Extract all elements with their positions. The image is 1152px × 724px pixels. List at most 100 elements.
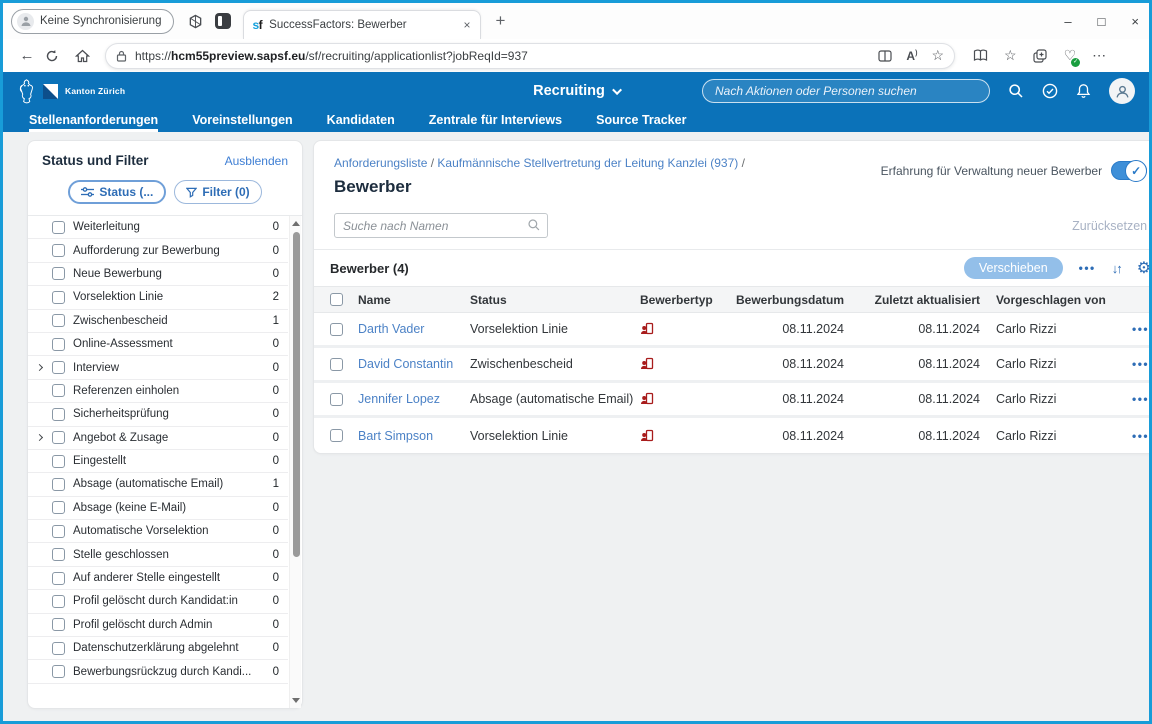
read-aloud-icon[interactable]: A): [906, 49, 917, 63]
status-filter-item[interactable]: Absage (automatische Email)1: [28, 473, 288, 496]
nav-tab-kandidaten[interactable]: Kandidaten: [327, 113, 395, 132]
split-screen-icon[interactable]: [878, 50, 892, 62]
status-filter-item[interactable]: Referenzen einholen0: [28, 380, 288, 403]
name-search-icon[interactable]: [527, 218, 541, 232]
row-overflow-icon[interactable]: •••: [1132, 322, 1149, 336]
breadcrumb-link-requisitions[interactable]: Anforderungsliste: [334, 156, 427, 170]
notifications-bell-icon[interactable]: [1076, 83, 1091, 99]
filter-pill-button[interactable]: Filter (0): [174, 180, 261, 204]
site-lock-icon[interactable]: [116, 50, 127, 62]
favorites-star-icon[interactable]: ☆: [931, 47, 944, 64]
nav-tab-stellenanforderungen[interactable]: Stellenanforderungen: [29, 113, 158, 132]
status-filter-item[interactable]: Zwischenbescheid1: [28, 310, 288, 333]
select-all-checkbox[interactable]: [330, 293, 343, 306]
row-overflow-icon[interactable]: •••: [1132, 392, 1149, 406]
window-maximize-button[interactable]: □: [1098, 14, 1106, 29]
split-window-icon[interactable]: [973, 49, 988, 62]
tab-actions-icon[interactable]: [215, 13, 231, 29]
home-icon[interactable]: [75, 49, 99, 63]
expand-chevron-icon[interactable]: [36, 364, 43, 371]
module-switcher[interactable]: Recruiting: [533, 83, 619, 99]
status-checkbox[interactable]: [52, 572, 65, 585]
back-icon[interactable]: ←: [15, 47, 39, 64]
row-checkbox[interactable]: [330, 358, 343, 371]
nav-tab-zentrale-f-r-interviews[interactable]: Zentrale für Interviews: [429, 113, 562, 132]
status-filter-item[interactable]: Online-Assessment0: [28, 333, 288, 356]
new-tab-button[interactable]: +: [495, 11, 505, 31]
global-search-input[interactable]: [702, 79, 990, 103]
breadcrumb-link-job[interactable]: Kaufmännische Stellvertretung der Leitun…: [437, 156, 738, 170]
status-checkbox[interactable]: [52, 384, 65, 397]
status-pill-button[interactable]: Status (...: [68, 180, 166, 204]
row-checkbox[interactable]: [330, 323, 343, 336]
scroll-up-icon[interactable]: [292, 221, 300, 226]
status-filter-item[interactable]: Aufforderung zur Bewerbung0: [28, 239, 288, 262]
hide-panel-link[interactable]: Ausblenden: [225, 154, 288, 168]
window-close-button[interactable]: ×: [1131, 14, 1139, 29]
kanton-zuerich-logo[interactable]: Kanton Zürich: [17, 78, 125, 105]
nav-tab-voreinstellungen[interactable]: Voreinstellungen: [192, 113, 292, 132]
expand-chevron-icon[interactable]: [36, 434, 43, 441]
name-search-input[interactable]: [334, 213, 548, 238]
status-checkbox[interactable]: [52, 244, 65, 257]
nav-tab-source-tracker[interactable]: Source Tracker: [596, 113, 686, 132]
user-avatar[interactable]: [1109, 78, 1135, 104]
collections-icon[interactable]: ☆: [1004, 47, 1017, 64]
settings-more-icon[interactable]: ⋯: [1092, 47, 1106, 64]
status-checkbox[interactable]: [52, 455, 65, 468]
status-filter-item[interactable]: Eingestellt0: [28, 450, 288, 473]
browser-essentials-icon[interactable]: ♡: [1064, 47, 1077, 64]
status-filter-item[interactable]: Datenschutzerklärung abgelehnt0: [28, 637, 288, 660]
status-checkbox[interactable]: [52, 408, 65, 421]
status-checkbox[interactable]: [52, 314, 65, 327]
workspaces-icon[interactable]: [188, 14, 203, 29]
status-filter-item[interactable]: Vorselektion Linie2: [28, 286, 288, 309]
status-checkbox[interactable]: [52, 221, 65, 234]
todo-check-icon[interactable]: [1042, 83, 1058, 99]
status-filter-item[interactable]: Automatische Vorselektion0: [28, 520, 288, 543]
status-checkbox[interactable]: [52, 618, 65, 631]
status-checkbox[interactable]: [52, 338, 65, 351]
status-checkbox[interactable]: [52, 548, 65, 561]
sort-icon[interactable]: ↓↑: [1112, 261, 1121, 276]
scrollbar-thumb[interactable]: [293, 232, 300, 557]
search-icon[interactable]: [1008, 83, 1024, 99]
status-filter-item[interactable]: Profil gelöscht durch Kandidat:in0: [28, 590, 288, 613]
status-checkbox[interactable]: [52, 501, 65, 514]
row-checkbox[interactable]: [330, 429, 343, 442]
applicant-name-link[interactable]: Darth Vader: [358, 322, 424, 336]
scroll-down-icon[interactable]: [292, 698, 300, 703]
experience-toggle[interactable]: ✓: [1111, 161, 1147, 180]
status-filter-item[interactable]: Neue Bewerbung0: [28, 263, 288, 286]
status-filter-item[interactable]: Profil gelöscht durch Admin0: [28, 614, 288, 637]
row-checkbox[interactable]: [330, 393, 343, 406]
status-checkbox[interactable]: [52, 478, 65, 491]
window-minimize-button[interactable]: –: [1064, 14, 1071, 29]
table-overflow-icon[interactable]: •••: [1079, 261, 1096, 275]
status-checkbox[interactable]: [52, 595, 65, 608]
status-checkbox[interactable]: [52, 431, 65, 444]
status-filter-item[interactable]: Weiterleitung0: [28, 216, 288, 239]
refresh-icon[interactable]: [45, 49, 69, 63]
sidebar-scrollbar[interactable]: [289, 216, 301, 708]
status-filter-item[interactable]: Absage (keine E-Mail)0: [28, 497, 288, 520]
active-tab[interactable]: sf SuccessFactors: Bewerber ×: [243, 10, 481, 39]
status-checkbox[interactable]: [52, 665, 65, 678]
status-filter-item[interactable]: Interview0: [28, 356, 288, 379]
status-filter-item[interactable]: Sicherheitsprüfung0: [28, 403, 288, 426]
add-to-collection-icon[interactable]: [1033, 49, 1048, 63]
status-filter-item[interactable]: Auf anderer Stelle eingestellt0: [28, 567, 288, 590]
row-overflow-icon[interactable]: •••: [1132, 357, 1149, 371]
applicant-name-link[interactable]: Bart Simpson: [358, 429, 433, 443]
status-filter-item[interactable]: Bewerbungsrückzug durch Kandi...0: [28, 660, 288, 683]
browser-profile-button[interactable]: Keine Synchronisierung: [11, 9, 174, 34]
reset-link[interactable]: Zurücksetzen: [1072, 219, 1147, 233]
status-checkbox[interactable]: [52, 361, 65, 374]
url-field[interactable]: https://hcm55preview.sapsf.eu/sf/recruit…: [105, 43, 955, 69]
tab-close-icon[interactable]: ×: [461, 18, 472, 32]
move-button[interactable]: Verschieben: [964, 257, 1063, 279]
status-filter-item[interactable]: Angebot & Zusage0: [28, 427, 288, 450]
status-checkbox[interactable]: [52, 642, 65, 655]
status-filter-item[interactable]: Stelle geschlossen0: [28, 543, 288, 566]
table-settings-gear-icon[interactable]: ⚙: [1137, 258, 1149, 278]
